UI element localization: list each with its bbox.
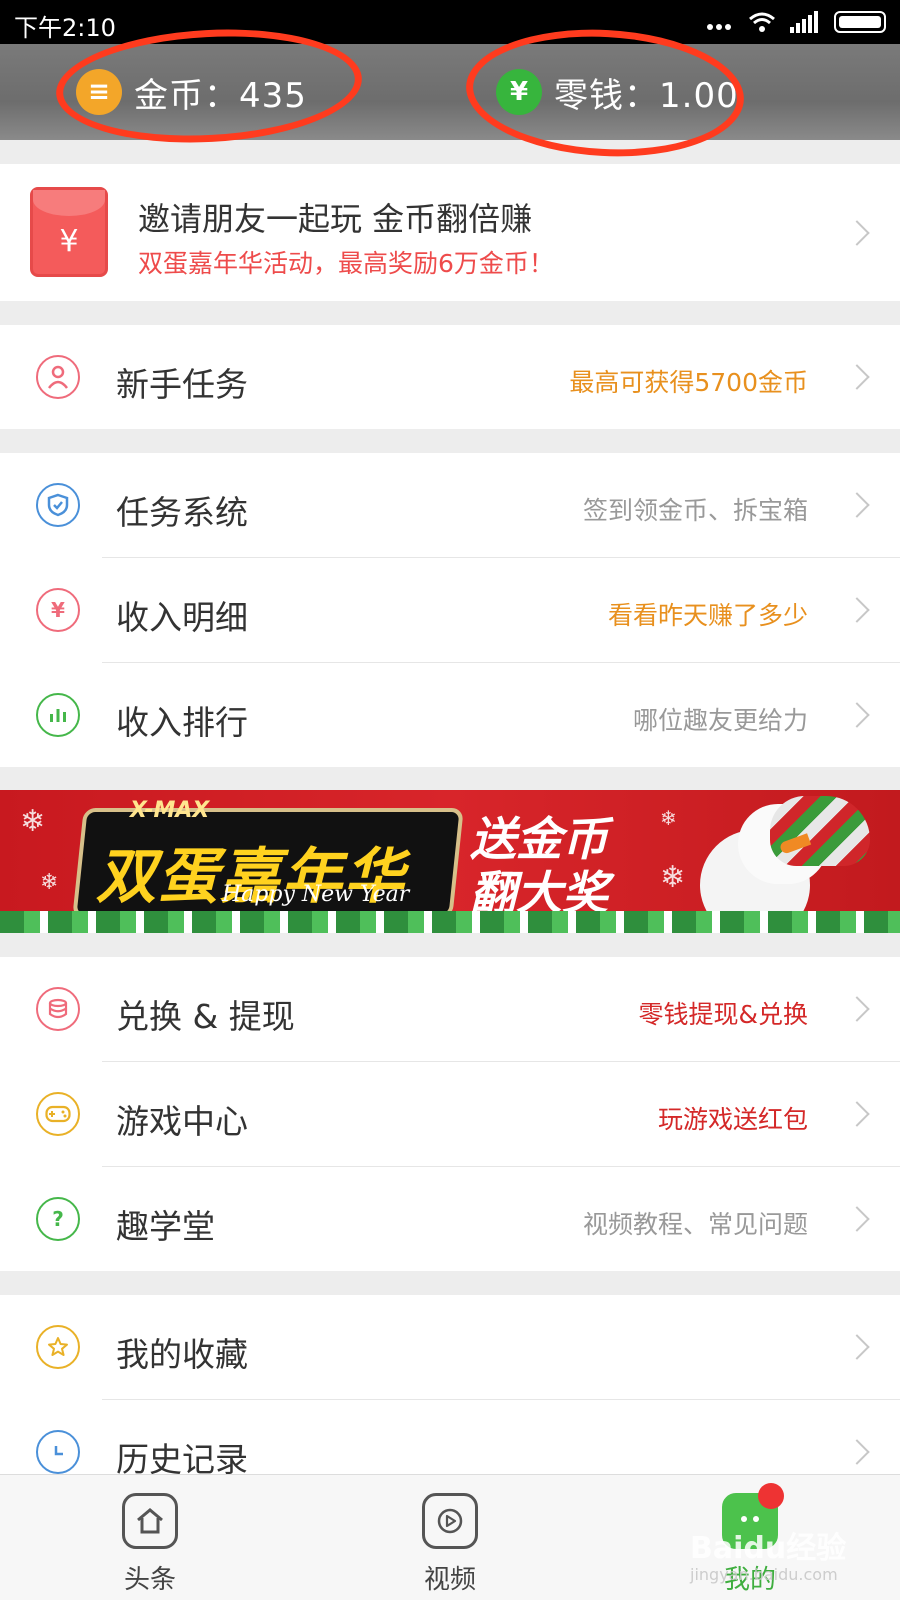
menu-label: 我的收藏 [116,1335,248,1374]
chevron-right-icon [844,1439,870,1465]
menu-hint: 看看昨天赚了多少 [607,601,808,630]
chevron-right-icon [844,220,870,246]
menu-label: 新手任务 [116,365,248,404]
status-bar: 下午2:10 [0,0,900,44]
wifi-icon [749,12,775,32]
chevron-right-icon [844,996,870,1022]
tab-label: 视频 [423,1565,476,1595]
status-icons [707,8,886,36]
snowman-hat [770,796,870,866]
bottom-nav: 头条 视频 我的 Baidu经验 jingyan.baidu.com [0,1474,900,1600]
bar-chart-icon [36,693,80,737]
menu-hint: 哪位趣友更给力 [632,706,808,735]
shield-icon [36,483,80,527]
notification-badge [758,1483,784,1509]
snowflake-icon: ❄ [660,860,686,895]
banner-right-text: 送金币 翻大奖 [470,812,608,920]
menu-row-task-system[interactable]: 任务系统 签到领金币、拆宝箱 [0,453,900,557]
menu-hint: 视频教程、常见问题 [582,1210,808,1239]
menu-row-newbie-task[interactable]: 新手任务 最高可获得5700金币 [0,325,900,429]
tab-headlines[interactable]: 头条 [90,1493,210,1596]
menu-label: 游戏中心 [116,1102,248,1141]
tab-video[interactable]: 视频 [390,1493,510,1596]
clock-icon [36,1430,80,1474]
menu-row-game-center[interactable]: 游戏中心 玩游戏送红包 [0,1062,900,1166]
snowflake-icon: ❄ [20,804,46,839]
promo-banner[interactable]: ❄ ❄ ❄ ❄ X-MAX 双蛋嘉年华 Happy New Year 送金币 翻… [0,790,900,933]
invite-card[interactable]: ¥ 邀请朋友一起玩 金币翻倍赚 双蛋嘉年华活动，最高奖励6万金币！ [0,164,900,301]
watermark-url: jingyan.baidu.com [690,1565,838,1584]
menu-group-personal: 我的收藏 历史记录 [0,1295,900,1479]
chevron-right-icon [844,492,870,518]
highlight-circle-change [462,22,748,164]
menu-row-income-detail[interactable]: ¥ 收入明细 看看昨天赚了多少 [0,558,900,662]
tab-label: 头条 [123,1565,176,1595]
gamepad-icon [36,1092,80,1136]
menu-row-exchange-withdraw[interactable]: 兑换 & 提现 零钱提现&兑换 [0,957,900,1061]
red-packet-yen: ¥ [59,224,79,259]
home-icon [122,1493,178,1549]
snowflake-icon: ❄ [40,870,59,895]
banner-right-line1: 送金币 [470,812,608,866]
chevron-right-icon [844,364,870,390]
menu-hint: 零钱提现&兑换 [638,1000,809,1029]
wallet-header: ≡ 金币：435 ¥ 零钱：1.00 [0,22,900,164]
chevron-right-icon [844,597,870,623]
play-icon [422,1493,478,1549]
snowflake-icon: ❄ [660,806,677,830]
banner-xmax: X-MAX [130,798,210,823]
banner-happy: Happy New Year [222,882,410,907]
menu-row-income-ranking[interactable]: 收入排行 哪位趣友更给力 [0,663,900,767]
menu-row-learning[interactable]: ? 趣学堂 视频教程、常见问题 [0,1167,900,1271]
yen-circle-icon: ¥ [36,588,80,632]
chevron-right-icon [844,702,870,728]
menu-hint: 玩游戏送红包 [657,1105,808,1134]
watermark-logo: Baidu经验 [690,1531,847,1566]
coins-stack-icon [36,987,80,1031]
red-packet-icon: ¥ [30,187,108,277]
chevron-right-icon [844,1334,870,1360]
menu-group-money: 兑换 & 提现 零钱提现&兑换 游戏中心 玩游戏送红包 ? 趣学堂 视频教程、常… [0,957,900,1271]
menu-label: 收入明细 [116,598,248,637]
signal-icon [790,11,818,33]
menu-label: 收入排行 [116,703,248,742]
user-icon [36,355,80,399]
battery-icon [834,11,886,33]
question-icon: ? [36,1197,80,1241]
menu-group-tasks: 任务系统 签到领金币、拆宝箱 ¥ 收入明细 看看昨天赚了多少 收入排行 哪位趣友… [0,453,900,767]
invite-title: 邀请朋友一起玩 金币翻倍赚 [138,200,533,238]
menu-hint: 最高可获得5700金币 [569,368,808,397]
newbie-section: 新手任务 最高可获得5700金币 [0,325,900,429]
chevron-right-icon [844,1101,870,1127]
menu-hint: 签到领金币、拆宝箱 [582,496,808,525]
invite-subtitle: 双蛋嘉年华活动，最高奖励6万金币！ [138,249,554,278]
chevron-right-icon [844,1206,870,1232]
menu-row-favorites[interactable]: 我的收藏 [0,1295,900,1399]
more-dots-icon [707,8,734,36]
menu-label: 兑换 & 提现 [116,997,295,1036]
banner-trees [0,911,900,933]
menu-label: 趣学堂 [116,1207,215,1246]
menu-label: 任务系统 [116,493,248,532]
status-time: 下午2:10 [14,14,116,42]
star-icon [36,1325,80,1369]
